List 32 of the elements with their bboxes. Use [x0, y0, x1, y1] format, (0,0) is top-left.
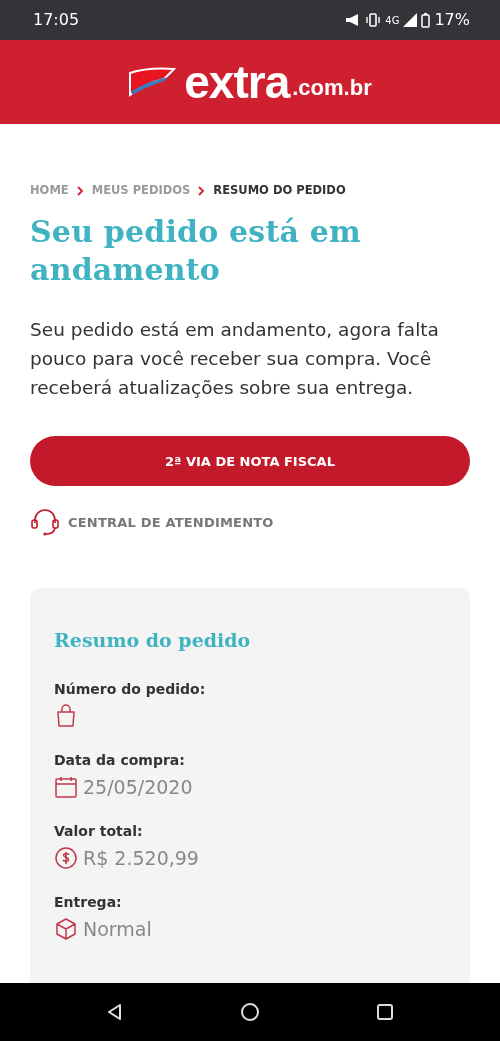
recents-icon	[374, 1002, 395, 1022]
description-text: Seu pedido está em andamento, agora falta pouco para você receber sua compra. Você receberá atualizações sobre sua entrega.	[30, 318, 440, 401]
calendar-icon	[54, 774, 78, 799]
battery-icon	[421, 12, 431, 28]
field-label: Entrega:	[54, 892, 123, 912]
field-label: Data da compra:	[54, 750, 186, 770]
headset-icon	[30, 508, 60, 537]
home-icon	[240, 1002, 260, 1022]
flag-icon	[128, 65, 177, 99]
clock-time: 17:05	[33, 9, 80, 31]
invoice-button[interactable]: 2ª VIA DE NOTA FISCAL	[30, 436, 470, 487]
breadcrumb-link[interactable]: HOME	[30, 182, 69, 200]
breadcrumb-link[interactable]: MEUS PEDIDOS	[91, 182, 191, 200]
summary-title: Resumo do pedido	[54, 628, 252, 654]
field-value: 25/05/2020	[83, 774, 193, 799]
field-value: R$ 2.520,99	[83, 845, 199, 870]
page-title: Seu pedido está em andamento	[30, 213, 363, 290]
field-value: Normal	[83, 916, 152, 941]
support-link[interactable]: CENTRAL DE ATENDIMENTO	[68, 512, 274, 532]
field-label: Número do pedido:	[54, 679, 207, 699]
field-label: Valor total:	[54, 821, 144, 841]
logo-text: extra	[184, 59, 290, 105]
chevron-right-icon	[198, 185, 206, 196]
bag-icon	[54, 703, 78, 728]
vibrate-icon	[365, 13, 382, 27]
chevron-right-icon	[76, 185, 84, 196]
battery-level: 17%	[434, 9, 470, 31]
dollar-icon	[54, 845, 78, 870]
logo-domain: .com.br	[292, 73, 372, 102]
network-type: 4G	[385, 13, 400, 28]
signal-icon	[403, 13, 418, 27]
package-icon	[54, 916, 78, 941]
